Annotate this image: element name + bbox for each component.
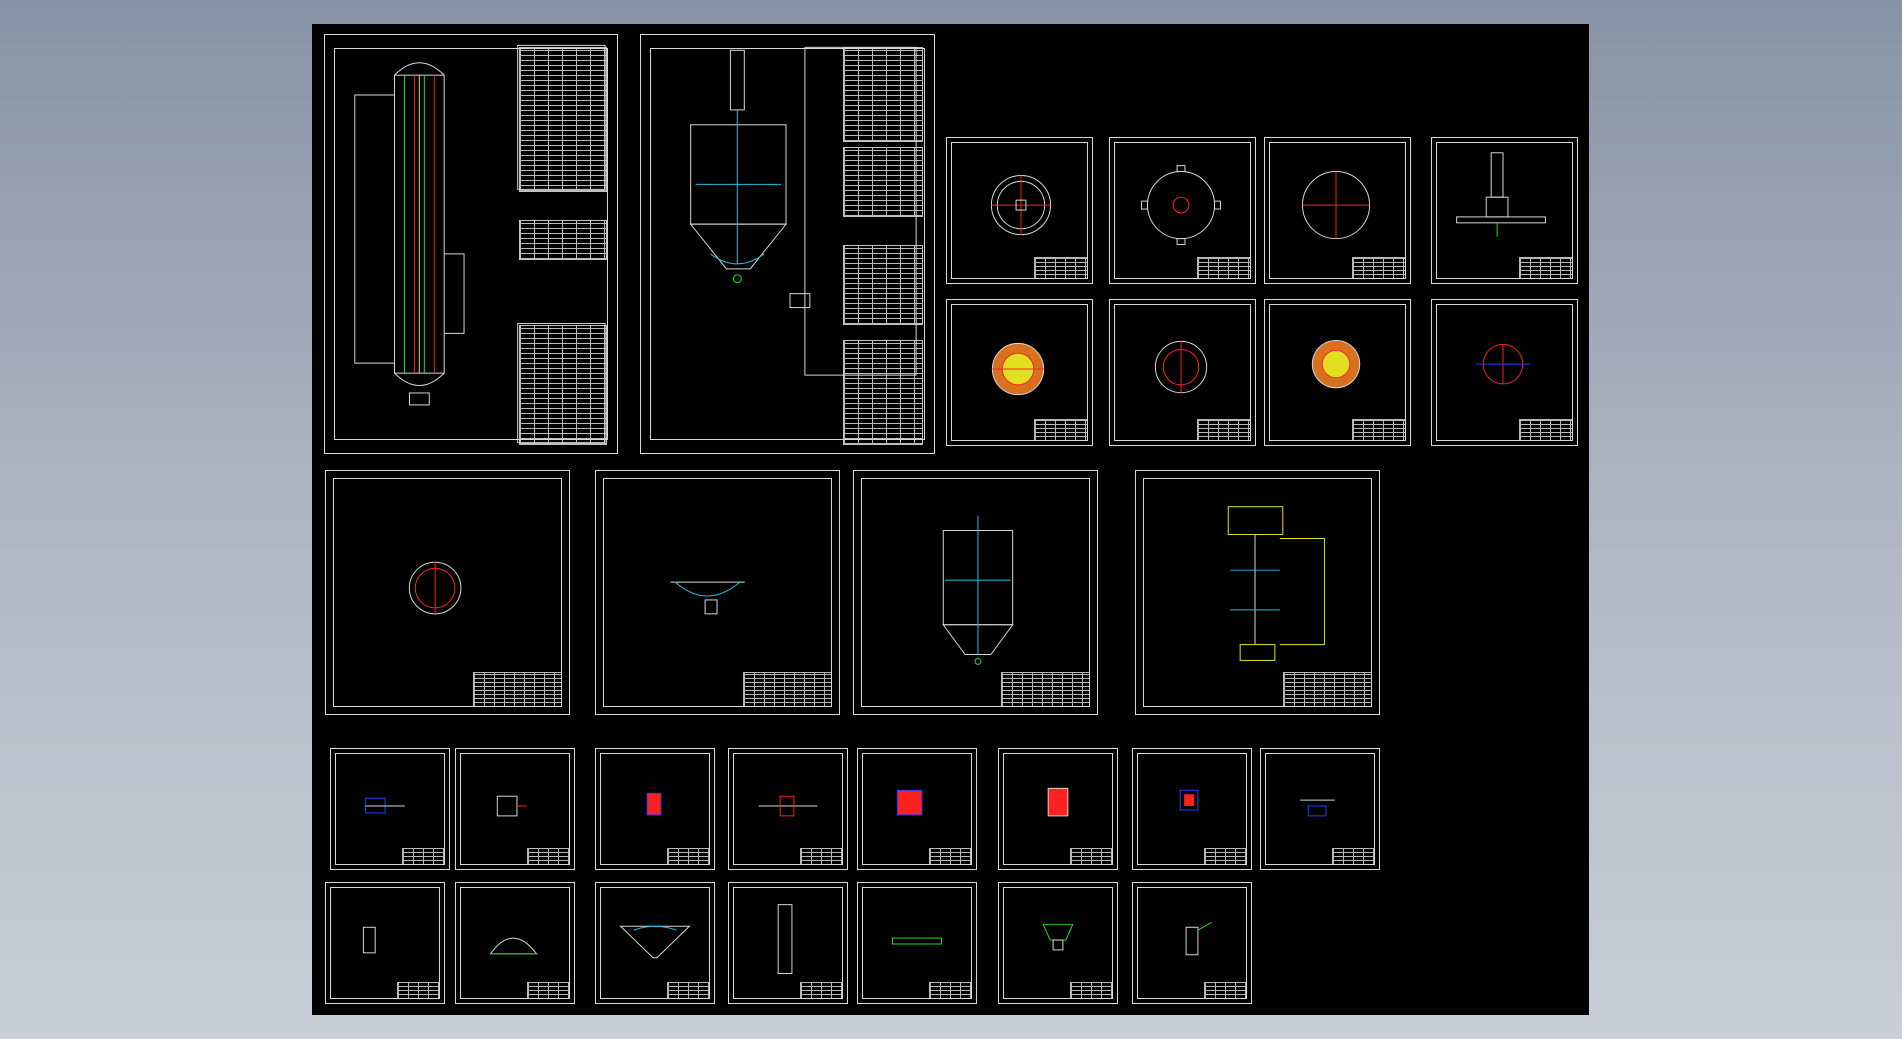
cad-viewer: { "viewer": { "background_gradient": ["#…	[0, 0, 1902, 1039]
data-table	[519, 220, 607, 260]
data-table	[843, 47, 923, 142]
sheet-detail-6[interactable]	[998, 748, 1118, 870]
parts-list	[519, 325, 607, 445]
sheet-section-view[interactable]	[325, 470, 570, 715]
sheet-detail-8[interactable]	[1260, 748, 1380, 870]
flange-drawing	[990, 174, 1052, 236]
shaft-drawing	[1227, 506, 1325, 661]
sheet-section-4[interactable]	[1431, 299, 1578, 446]
sheet-part-2[interactable]	[455, 882, 575, 1004]
sheet-detail-7[interactable]	[1132, 748, 1252, 870]
head-drawing	[670, 581, 745, 615]
drive-drawing	[1456, 152, 1546, 237]
sheet-detail-2[interactable]	[455, 748, 575, 870]
part-drawing	[1042, 923, 1074, 951]
part-drawing	[1185, 921, 1212, 956]
section-drawing	[1311, 339, 1361, 389]
detail-drawing	[496, 795, 527, 817]
sheet-reactor-body[interactable]	[853, 470, 1098, 715]
detail-drawing	[1047, 787, 1069, 817]
sheet-flange-top-1[interactable]	[946, 137, 1093, 284]
section-drawing	[991, 342, 1045, 396]
section-drawing	[408, 561, 462, 615]
data-table	[843, 245, 923, 325]
part-drawing	[777, 904, 793, 974]
sheet-agitator-drive[interactable]	[1431, 137, 1578, 284]
part-drawing	[489, 937, 538, 955]
sheet-assembly-tall-vessel[interactable]	[324, 34, 618, 454]
reactor-drawing	[942, 515, 1014, 665]
sheet-part-7[interactable]	[1132, 882, 1252, 1004]
detail-drawing	[646, 792, 662, 816]
flange-drawing	[1301, 171, 1371, 240]
parts-list	[843, 340, 923, 445]
sheet-detail-5[interactable]	[857, 748, 977, 870]
section-drawing	[1476, 343, 1530, 385]
sheet-part-5[interactable]	[857, 882, 977, 1004]
detail-drawing	[1300, 799, 1335, 817]
section-drawing	[1154, 340, 1208, 394]
part-drawing	[891, 937, 943, 945]
part-drawing	[619, 925, 691, 959]
sheet-part-6[interactable]	[998, 882, 1118, 1004]
detail-drawing	[364, 797, 405, 814]
sheet-detail-3[interactable]	[595, 748, 715, 870]
sheet-part-4[interactable]	[728, 882, 848, 1004]
detail-drawing	[758, 795, 818, 817]
detail-drawing	[896, 789, 923, 816]
data-table	[843, 147, 923, 217]
sheet-part-1[interactable]	[325, 882, 445, 1004]
part-drawing	[362, 926, 376, 954]
sheet-detail-1[interactable]	[330, 748, 450, 870]
sheet-detail-4[interactable]	[728, 748, 848, 870]
sheet-agitator-shaft[interactable]	[1135, 470, 1380, 715]
detail-drawing	[1179, 789, 1199, 811]
data-table	[519, 47, 607, 192]
sheet-flange-top-2[interactable]	[1109, 137, 1256, 284]
sheet-bottom-head[interactable]	[595, 470, 840, 715]
sheet-section-3[interactable]	[1264, 299, 1411, 446]
sheet-section-2[interactable]	[1109, 299, 1256, 446]
sheet-section-1[interactable]	[946, 299, 1093, 446]
sheet-flange-top-3[interactable]	[1264, 137, 1411, 284]
sheet-assembly-reactor[interactable]	[640, 34, 935, 454]
drawing-canvas[interactable]	[312, 24, 1589, 1015]
sheet-part-3[interactable]	[595, 882, 715, 1004]
flange-drawing	[1141, 165, 1221, 246]
